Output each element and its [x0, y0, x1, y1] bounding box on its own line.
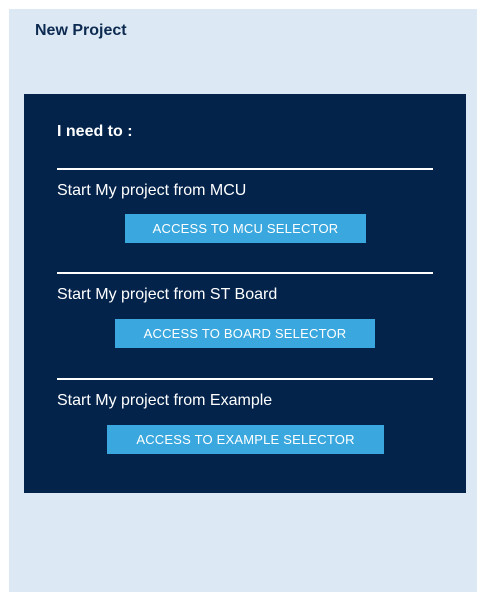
mcu-section-label: Start My project from MCU [57, 182, 247, 199]
section-divider [57, 272, 433, 274]
example-section: Start My project from Example [57, 378, 433, 410]
access-example-selector-button[interactable]: ACCESS TO EXAMPLE SELECTOR [107, 425, 384, 454]
new-project-panel: New Project I need to : Start My project… [9, 9, 477, 592]
panel-title: New Project [35, 22, 127, 39]
section-divider [57, 168, 433, 170]
mcu-section: Start My project from MCU [57, 168, 433, 200]
board-section-label: Start My project from ST Board [57, 286, 278, 303]
project-options-card: I need to : Start My project from MCU AC… [24, 94, 466, 493]
card-heading: I need to : [57, 123, 133, 140]
access-mcu-selector-button[interactable]: ACCESS TO MCU SELECTOR [125, 214, 366, 243]
section-divider [57, 378, 433, 380]
board-section: Start My project from ST Board [57, 272, 433, 304]
access-board-selector-button[interactable]: ACCESS TO BOARD SELECTOR [115, 319, 375, 348]
example-section-label: Start My project from Example [57, 392, 273, 409]
